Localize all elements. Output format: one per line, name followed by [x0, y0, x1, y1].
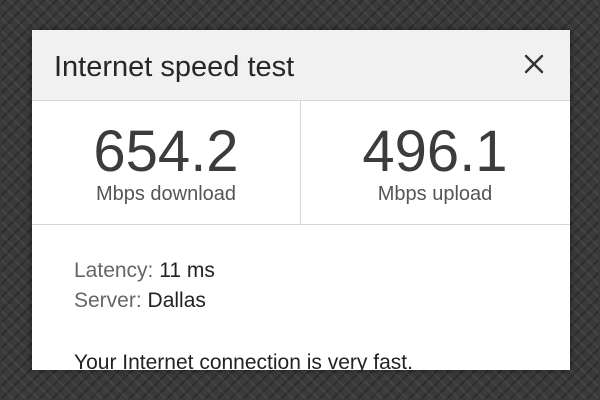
- dialog-title: Internet speed test: [54, 51, 295, 83]
- desktop-background: { "dialog": { "title": "Internet speed t…: [0, 0, 600, 400]
- speed-results: 654.2 Mbps download 496.1 Mbps upload: [32, 101, 570, 225]
- upload-speed-label: Mbps upload: [377, 183, 493, 205]
- upload-speed-value: 496.1: [362, 119, 508, 184]
- close-icon[interactable]: [520, 50, 548, 78]
- upload-result: 496.1 Mbps upload: [301, 101, 569, 224]
- latency-row: Latency: 11 ms: [74, 256, 554, 286]
- server-row: Server: Dallas: [74, 286, 554, 316]
- dialog-header: Internet speed test: [32, 30, 570, 101]
- speed-test-dialog: Internet speed test 654.2 Mbps download …: [32, 30, 570, 370]
- download-speed-value: 654.2: [93, 119, 239, 184]
- server-value: Dallas: [147, 289, 206, 312]
- download-speed-label: Mbps download: [95, 183, 237, 205]
- server-label: Server:: [74, 289, 142, 312]
- latency-value: 11 ms: [159, 259, 215, 282]
- close-button[interactable]: [520, 50, 548, 78]
- download-result: 654.2 Mbps download: [32, 101, 301, 224]
- connection-summary: Your Internet connection is very fast.: [74, 351, 413, 370]
- latency-label: Latency:: [74, 259, 154, 282]
- connection-details: Latency: 11 ms Server: Dallas: [74, 256, 554, 316]
